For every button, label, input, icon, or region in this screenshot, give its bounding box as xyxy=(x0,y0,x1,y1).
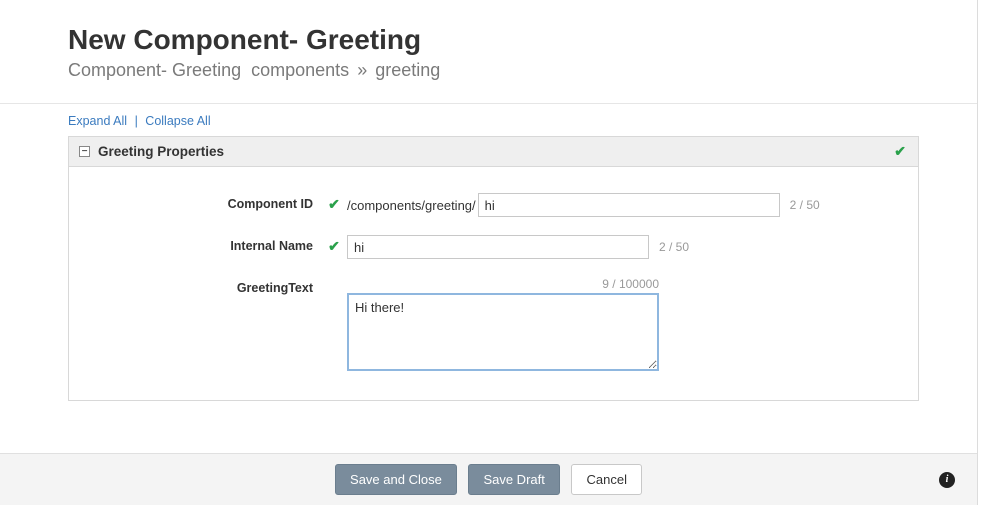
toolbar: Expand All | Collapse All xyxy=(0,104,987,134)
cancel-button[interactable]: Cancel xyxy=(571,464,641,495)
panel-header[interactable]: − Greeting Properties ✔ xyxy=(69,137,918,167)
greeting-text-counter: 9 / 100000 xyxy=(347,277,659,291)
internal-name-input[interactable] xyxy=(347,235,649,259)
right-rail xyxy=(977,0,987,505)
expand-all-link[interactable]: Expand All xyxy=(68,114,127,128)
save-and-close-button[interactable]: Save and Close xyxy=(335,464,457,495)
panel-title: Greeting Properties xyxy=(98,144,224,159)
toolbar-pipe: | xyxy=(135,114,138,128)
internal-name-counter: 2 / 50 xyxy=(659,240,689,254)
info-icon[interactable]: i xyxy=(939,472,955,488)
greeting-text-input[interactable]: Hi there! xyxy=(347,293,659,371)
panel-body: Component ID ✔ /components/greeting/ 2 /… xyxy=(69,167,918,400)
footer-bar: Save and Close Save Draft Cancel i xyxy=(0,453,977,505)
breadcrumb-part3: greeting xyxy=(375,60,440,80)
breadcrumb-part1: Component- Greeting xyxy=(68,60,241,80)
label-component-id: Component ID xyxy=(79,193,321,211)
valid-spacer xyxy=(321,277,347,280)
valid-check-icon: ✔ xyxy=(321,235,347,255)
label-internal-name: Internal Name xyxy=(79,235,321,253)
breadcrumb-separator-icon: » xyxy=(357,60,367,80)
collapse-toggle-icon[interactable]: − xyxy=(79,146,90,157)
row-component-id: Component ID ✔ /components/greeting/ 2 /… xyxy=(79,193,908,217)
component-id-input[interactable] xyxy=(478,193,780,217)
row-greeting-text: GreetingText 9 / 100000 Hi there! xyxy=(79,277,908,374)
label-greeting-text: GreetingText xyxy=(79,277,321,295)
row-internal-name: Internal Name ✔ 2 / 50 xyxy=(79,235,908,259)
collapse-all-link[interactable]: Collapse All xyxy=(145,114,210,128)
properties-panel: − Greeting Properties ✔ Component ID ✔ /… xyxy=(68,136,919,401)
breadcrumb-part2: components xyxy=(251,60,349,80)
page-title: New Component- Greeting xyxy=(68,24,987,56)
save-draft-button[interactable]: Save Draft xyxy=(468,464,559,495)
component-id-counter: 2 / 50 xyxy=(790,198,820,212)
valid-check-icon: ✔ xyxy=(321,193,347,213)
panel-valid-check-icon: ✔ xyxy=(894,143,906,160)
component-id-prefix: /components/greeting/ xyxy=(347,198,476,213)
breadcrumb: Component- Greeting components » greetin… xyxy=(68,60,987,81)
